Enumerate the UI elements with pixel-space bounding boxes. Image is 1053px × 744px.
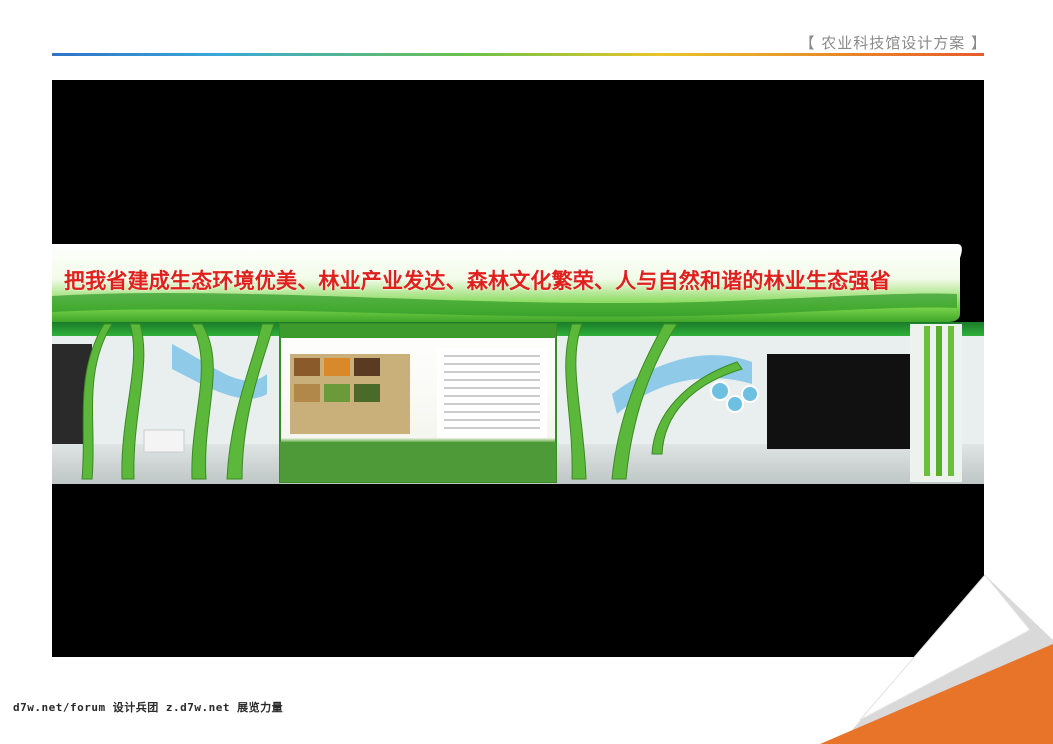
board-photo-3 — [354, 358, 380, 376]
dark-doorway — [767, 354, 917, 449]
board-photo-6 — [354, 384, 380, 402]
board-photo-2 — [324, 358, 350, 376]
globe-1 — [710, 381, 730, 401]
info-board-header — [280, 324, 556, 338]
header-title: 【 农业科技馆设计方案 】 — [799, 34, 987, 52]
board-photo-4 — [294, 384, 320, 402]
header-rule — [52, 53, 984, 56]
globe-3 — [741, 385, 759, 403]
board-photo-5 — [324, 384, 350, 402]
banner-slogan: 把我省建成生态环境优美、林业产业发达、森林文化繁荣、人与自然和谐的林业生态强省 — [64, 269, 891, 293]
lotus-field — [280, 442, 556, 482]
globe-2 — [726, 395, 744, 413]
bamboo-pillar — [910, 324, 962, 482]
board-photo-1 — [294, 358, 320, 376]
reception-desk — [143, 429, 185, 453]
watermark-text: d7w.net/forum 设计兵团 z.d7w.net 展览力量 — [13, 701, 284, 714]
page-corner-decoration — [820, 574, 1053, 744]
board-text-block — [437, 348, 547, 438]
